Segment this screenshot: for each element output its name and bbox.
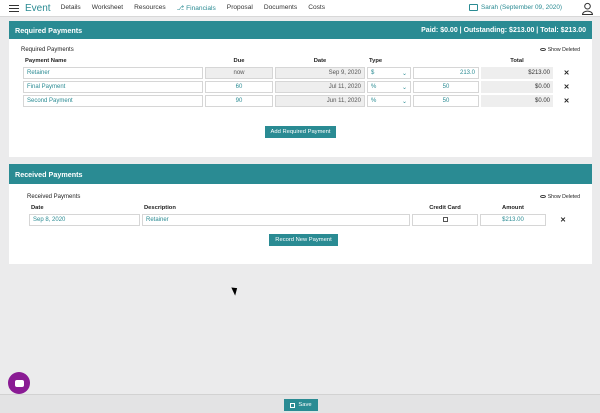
date-input[interactable]: Jun 11, 2020	[275, 95, 365, 107]
row-total: $0.00	[481, 95, 553, 107]
table-header: Payment Name Due Date Type Total	[23, 57, 578, 65]
payment-name-input[interactable]: Final Payment	[23, 81, 203, 93]
show-deleted-toggle[interactable]: Show Deleted	[539, 47, 580, 53]
tab-resources[interactable]: Resources	[134, 4, 166, 12]
amount-input[interactable]: $213.00	[480, 214, 546, 226]
tab-financials[interactable]: ⎇ Financials	[177, 4, 216, 12]
date-input[interactable]: Sep 8, 2020	[29, 214, 140, 226]
menu-icon[interactable]	[9, 4, 19, 12]
tab-proposal[interactable]: Proposal	[227, 4, 253, 12]
add-required-payment-button[interactable]: Add Required Payment	[264, 126, 337, 138]
col-description: Description	[144, 205, 176, 211]
col-date: Date	[313, 58, 327, 64]
delete-icon[interactable]: ✕	[555, 81, 578, 93]
payment-summary: Paid: $0.00 | Outstanding: $213.00 | Tot…	[421, 26, 586, 34]
col-delete-blank	[548, 204, 578, 212]
col-amount: Amount	[502, 205, 524, 211]
amount-input[interactable]: 50	[413, 95, 479, 107]
delete-icon[interactable]: ✕	[555, 67, 578, 79]
tab-documents[interactable]: Documents	[264, 4, 297, 12]
type-select[interactable]: $ ⌄	[367, 67, 411, 79]
received-payments-section: Received Payments Received Payments Show…	[9, 164, 592, 264]
col-amount-blank	[413, 57, 479, 65]
received-subheader: Received Payments Show Deleted	[27, 191, 580, 202]
row-total: $0.00	[481, 81, 553, 93]
due-input[interactable]: 90	[205, 95, 273, 107]
user-info[interactable]: Sarah (September 09, 2020)	[469, 4, 562, 11]
tab-worksheet[interactable]: Worksheet	[92, 4, 123, 12]
table-row: Second Payment 90 Jun 11, 2020 % ⌄ 50 $0.…	[23, 95, 578, 107]
chevron-down-icon: ⌄	[401, 84, 407, 91]
date-input[interactable]: Jul 11, 2020	[275, 81, 365, 93]
col-total: Total	[510, 58, 524, 64]
description-input[interactable]: Retainer	[142, 214, 410, 226]
tab-costs[interactable]: Costs	[308, 4, 325, 12]
section-title: Required Payments	[15, 25, 83, 35]
financials-icon: ⎇	[176, 5, 187, 12]
due-input[interactable]: 60	[205, 81, 273, 93]
col-credit-card: Credit Card	[429, 205, 461, 211]
id-card-icon	[469, 4, 478, 11]
col-payment-name: Payment Name	[25, 58, 67, 64]
eye-icon	[539, 47, 546, 52]
required-payments-table: Payment Name Due Date Type Total Retaine…	[21, 55, 580, 109]
checkbox-box	[442, 216, 448, 222]
due-input[interactable]: now	[205, 67, 273, 79]
floppy-disk-icon	[290, 402, 296, 408]
required-payments-header: Required Payments Paid: $0.00 | Outstand…	[9, 21, 592, 39]
delete-icon[interactable]: ✕	[555, 95, 578, 107]
table-header: Date Description Credit Card Amount	[29, 204, 578, 212]
type-select[interactable]: % ⌄	[367, 95, 411, 107]
payment-name-input[interactable]: Second Payment	[23, 95, 203, 107]
col-date: Date	[31, 205, 44, 211]
required-payments-section: Required Payments Paid: $0.00 | Outstand…	[9, 21, 592, 157]
amount-input[interactable]: 213.0	[413, 67, 479, 79]
type-select[interactable]: % ⌄	[367, 81, 411, 93]
credit-card-checkbox[interactable]	[412, 214, 478, 226]
received-payments-table: Date Description Credit Card Amount Sep …	[27, 202, 580, 228]
save-button[interactable]: Save	[284, 399, 318, 411]
user-label: Sarah (September 09, 2020)	[481, 4, 562, 11]
nav-tabs: Details Worksheet Resources ⎇ Financials…	[61, 4, 325, 12]
tab-details[interactable]: Details	[61, 4, 81, 12]
chevron-down-icon: ⌄	[401, 98, 407, 105]
mouse-cursor-icon	[231, 285, 240, 296]
subtitle: Required Payments	[21, 46, 74, 53]
table-row: Sep 8, 2020 Retainer $213.00 ✕	[29, 214, 578, 226]
row-total: $213.00	[481, 67, 553, 79]
footer-bar: Save	[0, 394, 600, 413]
received-payments-header: Received Payments	[9, 164, 592, 184]
user-avatar-icon[interactable]	[581, 2, 594, 15]
chat-button[interactable]	[8, 372, 30, 394]
top-nav-bar: Event Details Worksheet Resources ⎇ Fina…	[0, 0, 600, 17]
chevron-down-icon: ⌄	[401, 70, 407, 77]
date-input[interactable]: Sep 9, 2020	[275, 67, 365, 79]
required-subheader: Required Payments Show Deleted	[21, 44, 580, 55]
eye-icon	[539, 194, 546, 199]
subtitle: Received Payments	[27, 193, 81, 200]
show-deleted-toggle[interactable]: Show Deleted	[539, 194, 580, 200]
table-row: Final Payment 60 Jul 11, 2020 % ⌄ 50 $0.0…	[23, 81, 578, 93]
table-row: Retainer now Sep 9, 2020 $ ⌄ 213.0 $213.0…	[23, 67, 578, 79]
payment-name-input[interactable]: Retainer	[23, 67, 203, 79]
section-title: Received Payments	[15, 169, 83, 179]
record-new-payment-button[interactable]: Record New Payment	[269, 234, 338, 246]
app-title[interactable]: Event	[25, 3, 51, 14]
col-type: Type	[369, 58, 383, 64]
col-delete-blank	[555, 57, 578, 65]
col-due: Due	[233, 58, 245, 64]
amount-input[interactable]: 50	[413, 81, 479, 93]
delete-icon[interactable]: ✕	[548, 214, 578, 226]
chat-icon	[14, 379, 24, 387]
